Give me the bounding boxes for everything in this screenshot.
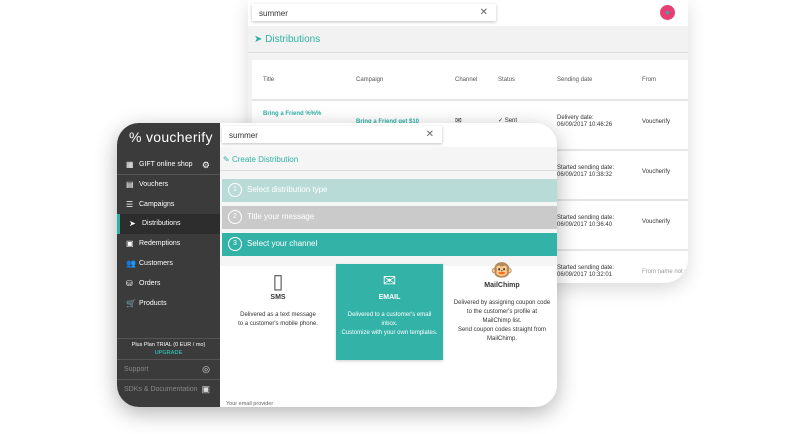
sidebar-item-products[interactable]: 🛒 Products — [117, 294, 220, 314]
nav-label: Vouchers — [139, 181, 169, 188]
phone-icon: ▯ — [272, 271, 284, 293]
shop-icon: ▦ — [126, 160, 134, 169]
search-input[interactable]: summer ✕ — [222, 126, 442, 143]
step-select-channel[interactable]: 3 Select your channel — [222, 233, 557, 256]
cart-icon: 🛒 — [126, 299, 136, 308]
page-title: ✎ Create Distribution — [220, 147, 557, 171]
card-desc: Delivered as a text message — [240, 312, 316, 318]
card-desc: to the customer's profile at — [466, 309, 538, 315]
support-link[interactable]: Support ◎ — [117, 359, 220, 379]
channel-email[interactable]: ✉ EMAIL Delivered to a customer's email … — [336, 264, 443, 360]
row-date: 06/09/2017 10:46:26 — [557, 122, 613, 128]
clear-icon[interactable]: ✕ — [426, 129, 434, 140]
plan-info: Plus Plan TRIAL (0 EUR / mo) UPGRADE — [117, 338, 220, 356]
shop-selector[interactable]: ▦ GIFT online shop ⚙ — [117, 155, 220, 175]
nav-label: Distributions — [142, 220, 181, 227]
sidebar-item-distributions[interactable]: ➤ Distributions — [117, 214, 220, 234]
column-header: Campaign — [356, 77, 384, 83]
search-value: summer — [259, 9, 288, 18]
lifebuoy-icon: ◎ — [202, 364, 210, 374]
row-date: 06/09/2017 10:38:32 — [557, 172, 613, 178]
step-label: Title your message — [247, 212, 315, 221]
step-label: Select distribution type — [247, 185, 328, 194]
sidebar-item-redemptions[interactable]: ▣ Redemptions — [117, 234, 220, 254]
column-header: Status — [498, 77, 516, 83]
people-icon: 👥 — [126, 259, 136, 268]
sidebar-item-campaigns[interactable]: ☰ Campaigns — [117, 195, 220, 215]
voucher-icon: ▤ — [126, 180, 134, 189]
pencil-icon: ✎ — [223, 155, 230, 164]
row-date-label: Started sending date: — [557, 265, 615, 271]
row-from: Voucherify — [642, 169, 671, 175]
card-title: SMS — [270, 294, 286, 301]
redemption-icon: ▣ — [126, 239, 134, 248]
upgrade-link[interactable]: UPGRADE — [117, 350, 220, 356]
card-desc: Customize with your own templates. — [341, 330, 438, 336]
card-title: MailChimp — [484, 282, 520, 289]
card-desc: MailChimp list. — [482, 318, 522, 324]
nav-label: Redemptions — [139, 240, 181, 247]
card-desc: Delivered by assigning coupon code — [453, 300, 551, 306]
column-header: Sending date — [557, 77, 593, 83]
sdks-label: SDKs & Documentation — [124, 386, 198, 393]
docs-icon: ▣ — [201, 384, 210, 394]
column-header: From — [642, 77, 656, 83]
step-select-distribution-type[interactable]: 1 Select distribution type — [222, 179, 557, 202]
plan-label: Plus Plan TRIAL (0 EUR / mo) — [131, 342, 206, 348]
envelope-icon: ✉ — [382, 273, 397, 290]
nav-label: Campaigns — [139, 201, 175, 208]
step-number: 1 — [228, 183, 242, 197]
main-content: summer ✕ ✎ Create Distribution 1 Select di… — [220, 123, 557, 407]
title-text: Create Distribution — [231, 155, 299, 164]
sidebar-item-vouchers[interactable]: ▤ Vouchers — [117, 175, 220, 195]
nav-label: Products — [139, 300, 167, 307]
row-from: Voucherify — [642, 219, 671, 225]
page-title: ➤ Distributions — [248, 27, 688, 53]
create-distribution-window: % voucherify ▦ GIFT online shop ⚙ ▤ Voucher… — [117, 123, 557, 407]
list-icon: ☰ — [126, 200, 134, 209]
row-date-label: Started sending date: — [557, 215, 615, 221]
card-desc: inbox. — [381, 321, 398, 327]
card-desc: Delivered to a customer's email — [347, 312, 432, 318]
send-icon: ➤ — [254, 34, 263, 45]
support-label: Support — [124, 366, 149, 373]
clear-icon[interactable]: ✕ — [480, 7, 488, 18]
step-number: 2 — [228, 210, 242, 224]
email-provider-label: Your email provider — [226, 401, 274, 407]
row-date-label: Delivery date: — [557, 115, 594, 121]
basket-icon: ⛁ — [126, 279, 133, 288]
title-text: Distributions — [265, 34, 321, 45]
mailchimp-logo-icon: 🐵 — [490, 260, 514, 280]
row-from: From name not d — [642, 269, 688, 275]
row-date: 06/09/2017 10:32:01 — [557, 272, 613, 278]
send-icon: ➤ — [129, 219, 136, 228]
column-header: Title — [263, 77, 275, 83]
sidebar-item-customers[interactable]: 👥 Customers — [117, 254, 220, 274]
sidebar: % voucherify ▦ GIFT online shop ⚙ ▤ Voucher… — [117, 123, 220, 407]
step-title-message[interactable]: 2 Title your message — [222, 206, 557, 229]
row-date: 06/09/2017 10:36:40 — [557, 222, 613, 228]
row-date-label: Started sending date: — [557, 165, 615, 171]
card-desc: to a customer's mobile phone. — [238, 321, 318, 327]
voucherify-logo: % voucherify — [129, 129, 213, 145]
gear-icon[interactable]: ⚙ — [202, 160, 210, 171]
row-title[interactable]: Bring a Friend %%% — [263, 111, 321, 117]
sdks-link[interactable]: SDKs & Documentation ▣ — [117, 379, 220, 399]
channel-mailchimp[interactable]: 🐵 MailChimp Delivered by assigning coupo… — [446, 260, 557, 360]
search-input[interactable]: summer ✕ — [252, 4, 496, 21]
card-desc: MailChimp. — [486, 336, 517, 342]
sidebar-item-orders[interactable]: ⛁ Orders — [117, 274, 220, 294]
row-from: Voucherify — [642, 119, 671, 125]
nav-label: Customers — [139, 260, 173, 267]
card-title: EMAIL — [378, 294, 401, 301]
search-value: summer — [229, 131, 258, 140]
card-desc: Send coupon codes straight from — [457, 327, 547, 333]
channel-sms[interactable]: ▯ SMS Delivered as a text message to a c… — [224, 264, 332, 360]
step-number: 3 — [228, 237, 242, 251]
shop-label: GIFT online shop — [139, 161, 193, 168]
notification-bell-icon[interactable]: ● — [660, 5, 675, 20]
column-header: Channel — [455, 77, 478, 83]
step-label: Select your channel — [247, 239, 318, 248]
nav-label: Orders — [139, 280, 161, 287]
